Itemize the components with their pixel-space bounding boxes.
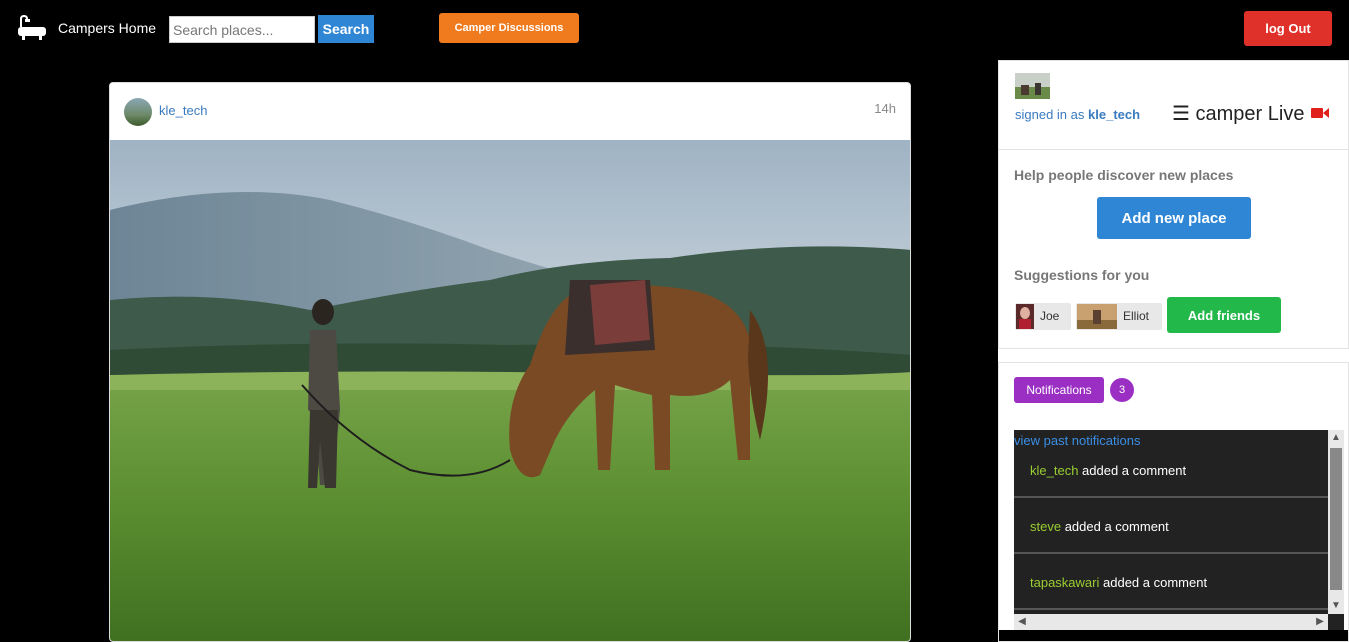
notifications-box: Notifications 3 view past notifications … <box>998 362 1349 642</box>
scroll-right-icon[interactable]: ▶ <box>1312 614 1328 630</box>
notification-item[interactable]: kle_tech added a comment <box>1014 442 1328 498</box>
notification-user[interactable]: steve <box>1030 519 1061 534</box>
sidebar: signed in as kle_tech ☰ camper Live Help… <box>998 60 1349 642</box>
avatar <box>1016 304 1034 329</box>
profile-box: signed in as kle_tech ☰ camper Live <box>998 60 1349 150</box>
notification-item[interactable]: tapaskawari added a comment <box>1014 554 1328 610</box>
avatar <box>1077 304 1117 329</box>
notification-item[interactable]: steve added a comment <box>1014 498 1328 554</box>
post-username[interactable]: kle_tech <box>159 103 207 118</box>
discover-title: Help people discover new places <box>1014 167 1234 183</box>
notification-user[interactable]: tapaskawari <box>1030 575 1099 590</box>
post-photo[interactable] <box>110 140 911 642</box>
signed-in-user[interactable]: kle_tech <box>1088 107 1140 122</box>
profile-thumbnail[interactable] <box>1015 73 1050 99</box>
suggestions-title: Suggestions for you <box>1014 267 1150 283</box>
add-new-place-button[interactable]: Add new place <box>1097 197 1251 239</box>
menu-icon: ☰ <box>1172 103 1190 125</box>
search-input[interactable] <box>169 16 315 43</box>
notification-list: view past notifications kle_tech added a… <box>1014 430 1344 630</box>
scroll-left-icon[interactable]: ◀ <box>1014 614 1030 630</box>
discover-box: Help people discover new places Add new … <box>998 149 1349 349</box>
scroll-up-icon[interactable]: ▲ <box>1328 430 1344 446</box>
vertical-scrollbar[interactable]: ▲ ▼ <box>1328 430 1344 614</box>
suggestion-elliot[interactable]: Elliot <box>1076 303 1162 330</box>
avatar[interactable] <box>124 98 152 126</box>
camper-live-link[interactable]: ☰ camper Live <box>1172 101 1304 126</box>
bathtub-icon[interactable] <box>16 15 48 43</box>
video-camera-icon[interactable] <box>1311 107 1329 119</box>
camper-discussions-button[interactable]: Camper Discussions <box>439 13 579 43</box>
post-card: kle_tech 14h <box>109 82 911 642</box>
suggestion-joe[interactable]: Joe <box>1015 303 1071 330</box>
scrollbar-thumb[interactable] <box>1330 448 1342 590</box>
notification-count-badge: 3 <box>1110 378 1134 402</box>
signed-in-text: signed in as kle_tech <box>1015 107 1141 122</box>
post-timestamp: 14h <box>874 101 896 116</box>
add-friends-button[interactable]: Add friends <box>1167 297 1281 333</box>
notification-user[interactable]: kle_tech <box>1030 463 1078 478</box>
horizontal-scrollbar[interactable]: ◀ ▶ <box>1014 614 1328 630</box>
brand-link[interactable]: Campers Home <box>58 20 156 36</box>
logout-button[interactable]: log Out <box>1244 11 1332 46</box>
scroll-down-icon[interactable]: ▼ <box>1328 598 1344 614</box>
notifications-button[interactable]: Notifications <box>1014 377 1104 403</box>
search-button[interactable]: Search <box>318 15 374 43</box>
navbar: Campers Home Search Camper Discussions l… <box>0 0 1349 60</box>
